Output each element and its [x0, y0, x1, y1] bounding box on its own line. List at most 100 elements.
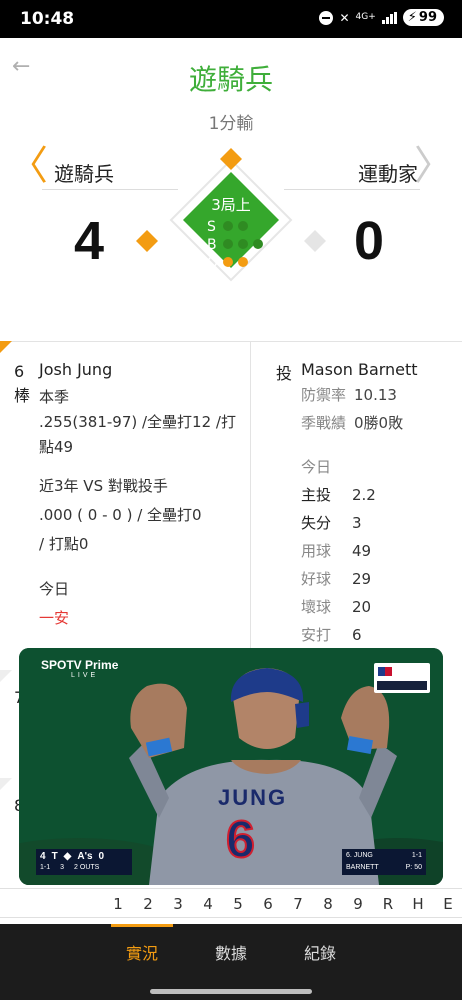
game-status-subtitle: 1分輸 [208, 114, 254, 134]
batter-name[interactable]: Josh Jung [39, 360, 244, 379]
out-dot [223, 257, 233, 267]
page-title: 遊騎兵 [188, 63, 273, 96]
out-count: O [207, 254, 268, 272]
battery-icon: ⚡ 99 [402, 9, 444, 26]
do-not-disturb-icon [319, 10, 334, 25]
game-live-screen: 10:48 ✕ 4G+ ⚡ 99 ← 遊騎兵 1分輸 〈 遊騎兵 運動家 〉 4 … [0, 0, 462, 1000]
inning-column-header: R [382, 895, 394, 913]
bases-icon: ◆ [63, 851, 72, 862]
chevron-right-icon[interactable]: 〉 [414, 144, 454, 188]
pitcher-today-stat-row: 壞球 20 [301, 593, 456, 621]
scorebug-base: 3 [60, 864, 65, 871]
chevron-left-icon[interactable]: 〈 [8, 144, 48, 188]
inning-column-header: 4 [203, 895, 213, 913]
pitcher-stat-value: 20 [352, 598, 372, 616]
status-icons: ✕ 4G+ ⚡ 99 [319, 9, 444, 26]
scorebug-count: 1-1 [40, 864, 51, 871]
current-play-marker [0, 341, 12, 353]
batter-panel: Josh Jung 本季 .255(381-97) /全壘打12 /打 點49 … [39, 360, 244, 631]
baseball-diamond: 3局上 S B O [133, 142, 329, 292]
battery-level: 99 [418, 10, 437, 25]
season-label: 本季 [39, 388, 70, 406]
scorebug-outs: 2 OUTS [74, 864, 100, 871]
inning-column-header: 3 [173, 895, 183, 913]
second-base [220, 148, 242, 170]
count-display: S B O [207, 218, 268, 272]
ball-dots [223, 236, 268, 254]
today-label: 今日 [39, 580, 70, 598]
channel-name: SPOTV Prime [41, 658, 119, 672]
inning-label: 3局上 [211, 196, 251, 214]
status-time: 10:48 [20, 9, 75, 29]
pitcher-stat-label: 用球 [301, 542, 332, 560]
pitcher-stat-label: 主投 [301, 486, 332, 504]
ball-dot [253, 239, 263, 249]
bottom-nav: 實況 數據 紀錄 [0, 924, 462, 984]
season-stats-line1: .255(381-97) /全壘打12 /打 [39, 413, 236, 431]
era-label: 防禦率 [301, 386, 347, 404]
third-base [136, 230, 158, 252]
inning-column-header: 9 [353, 895, 363, 913]
inning-column-header: 2 [143, 895, 153, 913]
nav-tab-0[interactable]: 實況 [97, 924, 187, 984]
inning-column-header: 7 [293, 895, 303, 913]
ball-count: B [207, 236, 268, 254]
jersey-name: JUNG [218, 785, 288, 810]
scorebug-scores: 4 T ◆ A's 0 [40, 851, 104, 862]
network-icon: 4G+ [355, 12, 376, 22]
pitcher-stat-label: 失分 [301, 514, 332, 532]
pitcher-stat-value: 49 [352, 542, 372, 560]
pitcher-today-label-row: 今日 [301, 453, 456, 481]
batting-order: 6 棒 [14, 362, 31, 405]
mlb-caption-bar [377, 681, 427, 690]
jersey-number: 6 [225, 810, 256, 870]
era-value: 10.13 [354, 386, 397, 404]
pitcher-today-stat-row: 失分 3 [301, 509, 456, 537]
strike-dots [223, 218, 253, 236]
pitcher-era-row: 防禦率 10.13 [301, 381, 456, 409]
channel-logo: SPOTV Prime LIVE [41, 658, 118, 679]
scorebug-away: 4 [40, 851, 46, 862]
scorebug-info: 1-1 3 2 OUTS [40, 864, 99, 871]
pitcher-today-stat-row: 主投 2.2 [301, 481, 456, 509]
today-result: 一安 [39, 609, 70, 627]
mlb-logo-icon [374, 663, 430, 693]
mlb-mark [378, 667, 392, 676]
gesture-bar [0, 984, 462, 1000]
strike-count: S [207, 218, 268, 236]
pitcher-today-stat-row: 好球 29 [301, 565, 456, 593]
season-stats-line2: 點49 [39, 438, 74, 456]
vs-stats-line2: / 打點0 [39, 535, 89, 553]
inning-column-header: E [443, 895, 453, 913]
pitcher-stat-label: 安打 [301, 626, 332, 644]
rbug-pitcher: BARNETT [346, 864, 379, 871]
inning-column-header: 8 [323, 895, 333, 913]
home-indicator[interactable] [150, 989, 312, 994]
nav-tab-1[interactable]: 數據 [186, 924, 276, 984]
pitcher-today-stat-row: 安打 6 [301, 621, 456, 649]
out-dots [223, 254, 253, 272]
athletics-logo-icon: A's [77, 851, 93, 862]
home-score: 0 [354, 211, 385, 271]
nav-tab-2[interactable]: 紀錄 [275, 924, 365, 984]
rbug-batter-row: 6. JUNG 1-1 [346, 852, 422, 859]
ball-dot [238, 239, 248, 249]
vs-pitcher-label: 近3年 VS 對戰投手 [39, 477, 168, 495]
scorebug-home: 0 [98, 851, 105, 862]
rbug-count: 1-1 [411, 852, 422, 859]
tv-batter-bug: 6. JUNG 1-1 BARNETT P: 50 [342, 849, 426, 875]
channel-sub: LIVE [71, 672, 99, 679]
video-player[interactable]: SPOTV Prime LIVE JUNG 6 4 T ◆ A's 0 1-1 … [19, 648, 443, 885]
status-bar: 10:48 ✕ 4G+ ⚡ 99 [0, 0, 462, 38]
pitcher-stat-value: 3 [352, 514, 362, 532]
home-team-name: 運動家 [358, 162, 418, 186]
mute-icon: ✕ [339, 10, 350, 25]
pitcher-name[interactable]: Mason Barnett [301, 360, 456, 379]
pitcher-today-label: 今日 [301, 458, 332, 476]
out-label: O [207, 255, 219, 271]
strike-label: S [207, 219, 216, 235]
ball-dot [223, 239, 233, 249]
tv-scorebug: 4 T ◆ A's 0 1-1 3 2 OUTS [36, 849, 132, 875]
pitcher-role-label: 投 [276, 364, 293, 383]
row-marker [0, 670, 12, 682]
